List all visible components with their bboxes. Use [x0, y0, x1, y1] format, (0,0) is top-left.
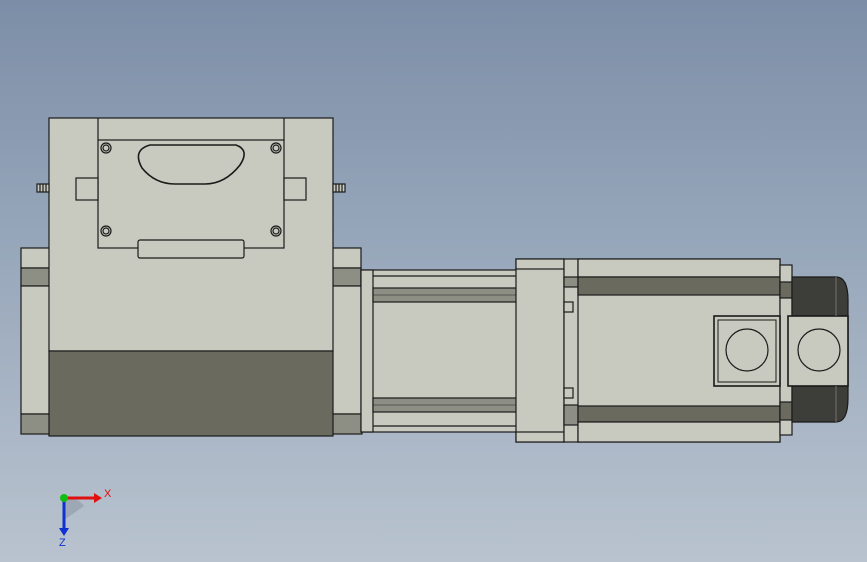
left-side-foot	[20, 413, 52, 435]
cover-tab	[137, 239, 245, 259]
connector-port	[725, 328, 769, 372]
gearbox-housing[interactable]	[20, 117, 363, 437]
bracket-right	[283, 177, 307, 201]
motor-band-bottom	[577, 405, 781, 423]
screw-top-left	[100, 142, 112, 154]
pin-right	[332, 183, 346, 193]
right-side-foot	[331, 413, 363, 435]
screw-bottom-left	[100, 225, 112, 237]
triad-shadow	[64, 497, 84, 520]
coupler-section[interactable]	[360, 269, 519, 433]
right-side-plate	[331, 285, 363, 415]
pin-left	[36, 183, 50, 193]
z-axis-label: Z	[59, 537, 66, 549]
screw-bottom-right	[270, 225, 282, 237]
left-side-plate	[20, 285, 52, 415]
housing-shadow	[48, 350, 334, 437]
encoder-port	[797, 328, 841, 372]
y-axis-dot	[60, 494, 68, 502]
coupler-collar	[360, 269, 374, 433]
flange-plate	[515, 258, 565, 443]
encoder-cap[interactable]	[787, 276, 849, 423]
motor-flange[interactable]	[515, 258, 580, 443]
flange-bolt-top	[563, 301, 574, 313]
x-axis-label: X	[104, 488, 112, 500]
bracket-left	[75, 177, 99, 201]
actuator-model[interactable]	[0, 0, 867, 562]
flange-bolt-bottom	[563, 387, 574, 399]
motor-body[interactable]	[577, 258, 793, 443]
orientation-triad: X Z	[59, 488, 112, 549]
3d-viewport[interactable]: X Z	[0, 0, 867, 562]
motor-band-top	[577, 276, 781, 296]
screw-top-right	[270, 142, 282, 154]
